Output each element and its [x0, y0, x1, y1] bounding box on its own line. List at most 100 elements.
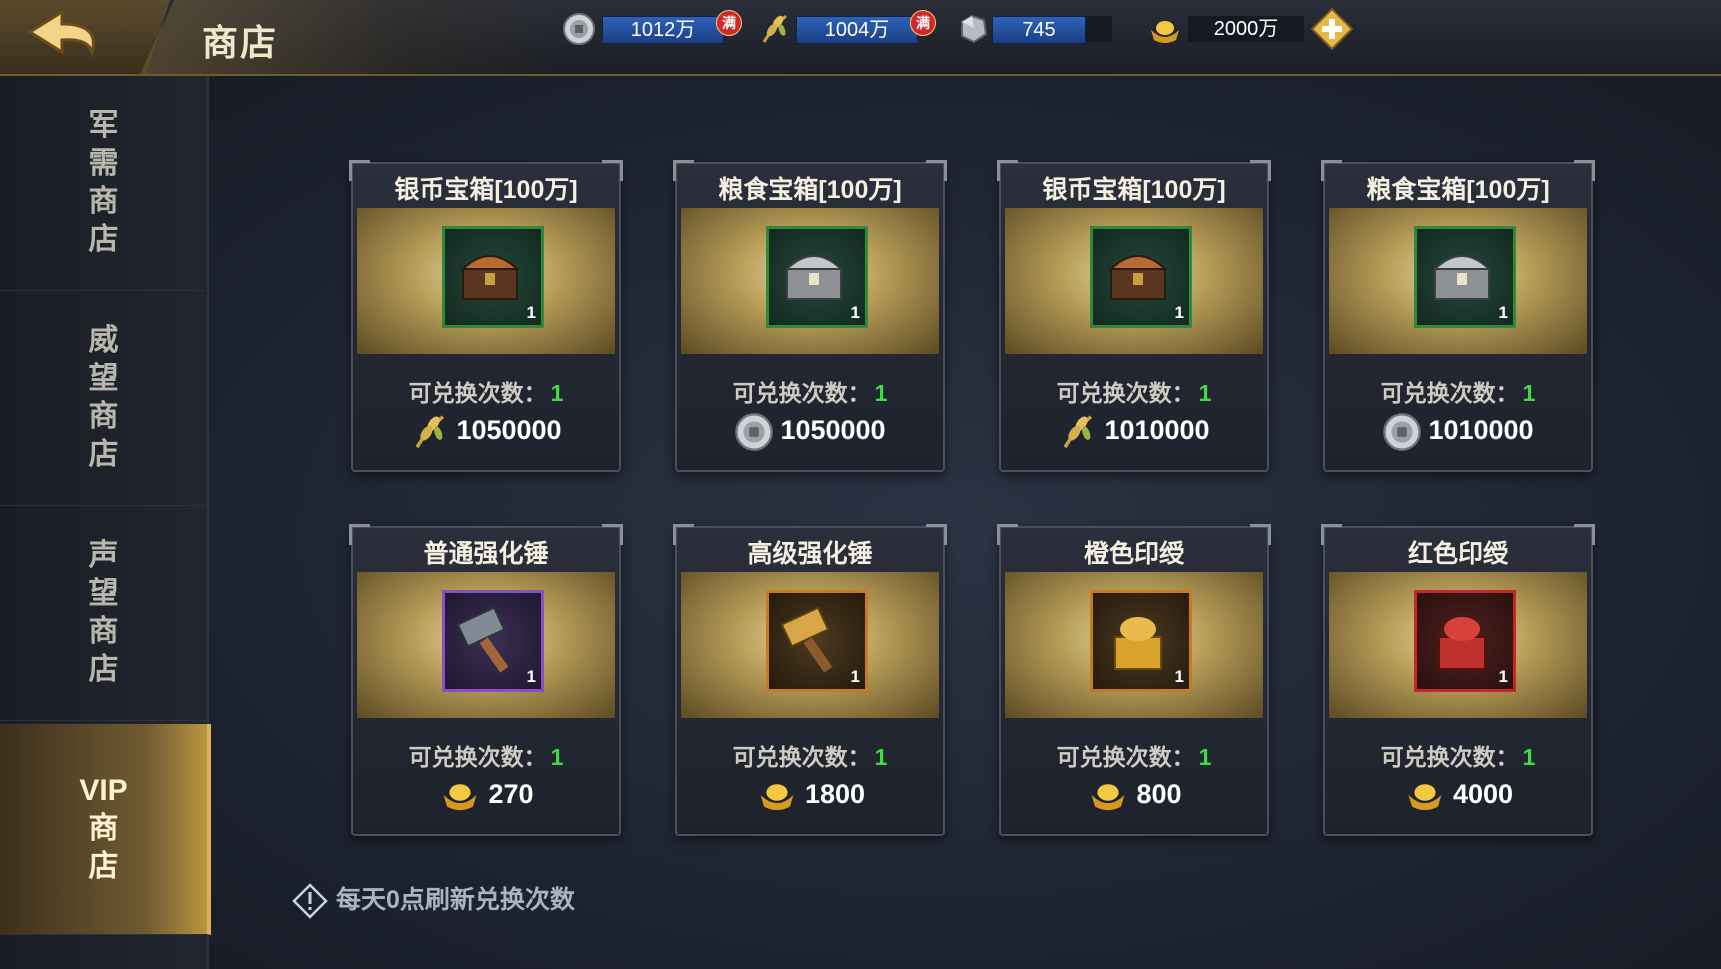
item-name: 红色印绶 [1407, 540, 1508, 568]
exchange-limit-label: 可兑换次数： [1056, 380, 1195, 406]
item-backdrop: 1 [681, 208, 939, 354]
item-backdrop: 1 [1329, 208, 1587, 354]
item-price: 800 [1001, 776, 1267, 816]
item-price-value: 4000 [1452, 779, 1514, 810]
resource-iron: 745 [956, 12, 1116, 44]
treasure-chest-icon [1108, 255, 1168, 300]
item-name: 银币宝箱[100万] [394, 176, 578, 204]
sidebar-item-label: VIP 商 店 [79, 774, 128, 883]
exchange-limit-count: 1 [1522, 380, 1536, 406]
item-name: 橙色印绶 [1083, 540, 1184, 568]
item-price: 4000 [1325, 776, 1591, 816]
sidebar-item-label: 军 需 商 店 [88, 109, 119, 256]
shop-item-card[interactable]: 红色印绶 1 可兑换次数： 1 4000 [1321, 524, 1595, 836]
sidebar-item-reputation-shop[interactable]: 声 望 商 店 [0, 506, 207, 721]
silver-coin-icon [1383, 413, 1422, 451]
gold-ingot-icon [1091, 784, 1125, 811]
silver-coin-icon [735, 413, 774, 451]
exchange-limit: 可兑换次数： 1 [677, 374, 943, 408]
grain-icon [1063, 415, 1093, 449]
item-slot: 1 [442, 226, 544, 328]
exchange-limit-count: 1 [1522, 744, 1536, 770]
item-name: 银币宝箱[100万] [1042, 176, 1226, 204]
top-bar: 商店 1012万 满 1004万 满 745 2000万 [0, 0, 1721, 76]
item-slot: 1 [1414, 590, 1516, 692]
item-quantity: 1 [1498, 667, 1508, 686]
item-price-value: 800 [1136, 779, 1182, 810]
item-price-value: 1050000 [456, 415, 562, 446]
item-name: 粮食宝箱[100万] [718, 176, 902, 204]
gold-ingot-icon [760, 784, 794, 811]
exchange-limit-label: 可兑换次数： [732, 744, 871, 770]
item-backdrop: 1 [357, 208, 615, 354]
sidebar-item-label: 威 望 商 店 [88, 324, 119, 471]
silver-full-badge: 满 [716, 10, 742, 36]
grain-icon [415, 415, 445, 449]
item-price-value: 1800 [804, 779, 866, 810]
item-name: 普通强化锤 [423, 540, 549, 568]
exchange-limit: 可兑换次数： 1 [353, 738, 619, 772]
shop-item-card[interactable]: 高级强化锤 1 可兑换次数： 1 1800 [673, 524, 947, 836]
plus-icon [1310, 7, 1354, 51]
item-price: 1050000 [677, 412, 943, 452]
grain-full-badge: 满 [910, 10, 936, 36]
gold-ingot-icon [1408, 784, 1442, 811]
item-backdrop: 1 [1005, 208, 1263, 354]
item-backdrop: 1 [1005, 572, 1263, 718]
back-arrow-icon [27, 9, 95, 58]
iron-bar-tail [1086, 16, 1112, 42]
resource-gold: 2000万 [1148, 12, 1308, 44]
silver-chest-icon [784, 255, 844, 300]
exchange-limit-label: 可兑换次数： [408, 744, 547, 770]
item-price: 270 [353, 776, 619, 816]
item-backdrop: 1 [1329, 572, 1587, 718]
gold-hammer-icon [780, 606, 833, 673]
exchange-limit: 可兑换次数： 1 [1325, 738, 1591, 772]
item-backdrop: 1 [357, 572, 615, 718]
iron-hammer-icon [456, 606, 509, 673]
exchange-limit: 可兑换次数： 1 [1001, 738, 1267, 772]
add-gold-button[interactable] [1310, 7, 1354, 51]
exchange-limit-count: 1 [874, 380, 888, 406]
item-name: 粮食宝箱[100万] [1366, 176, 1550, 204]
item-price-value: 270 [488, 779, 534, 810]
item-slot: 1 [442, 590, 544, 692]
shop-item-card[interactable]: 粮食宝箱[100万] 1 可兑换次数： 1 1010000 [1321, 160, 1595, 472]
item-price: 1800 [677, 776, 943, 816]
grain-value: 1004万 [796, 16, 918, 44]
refresh-note-text: 每天0点刷新兑换次数 [336, 886, 575, 914]
sidebar-item-vip-shop[interactable]: VIP 商 店 [0, 724, 211, 935]
orange-seal-icon [1114, 617, 1162, 670]
grain-icon [762, 14, 787, 43]
silver-value: 1012万 [602, 16, 724, 44]
exchange-limit-count: 1 [1198, 744, 1212, 770]
exchange-limit-count: 1 [1198, 380, 1212, 406]
shop-item-card[interactable]: 银币宝箱[100万] 1 可兑换次数： 1 1010000 [997, 160, 1271, 472]
shop-sidebar: 军 需 商 店 威 望 商 店 声 望 商 店 VIP 商 店 [0, 76, 211, 969]
shop-item-card[interactable]: 粮食宝箱[100万] 1 可兑换次数： 1 1050000 [673, 160, 947, 472]
item-name: 高级强化锤 [747, 540, 873, 568]
exchange-limit-label: 可兑换次数： [1056, 744, 1195, 770]
exchange-limit: 可兑换次数： 1 [1325, 374, 1591, 408]
sidebar-item-military-shop[interactable]: 军 需 商 店 [0, 76, 207, 291]
silver-chest-icon [1432, 255, 1492, 300]
exchange-limit-label: 可兑换次数： [1380, 744, 1519, 770]
silver-coin-icon [563, 13, 595, 45]
exchange-limit: 可兑换次数： 1 [1001, 374, 1267, 408]
item-quantity: 1 [850, 303, 860, 322]
shop-item-card[interactable]: 银币宝箱[100万] 1 可兑换次数： 1 1050000 [349, 160, 623, 472]
item-quantity: 1 [1174, 303, 1184, 322]
item-quantity: 1 [1498, 303, 1508, 322]
shop-item-card[interactable]: 普通强化锤 1 可兑换次数： 1 270 [349, 524, 623, 836]
gold-ingot-icon [443, 784, 477, 811]
item-price: 1010000 [1325, 412, 1591, 452]
shop-item-card[interactable]: 橙色印绶 1 可兑换次数： 1 800 [997, 524, 1271, 836]
sidebar-item-prestige-shop[interactable]: 威 望 商 店 [0, 291, 207, 506]
back-button[interactable] [22, 6, 112, 66]
item-quantity: 1 [1174, 667, 1184, 686]
sidebar-item-label: 声 望 商 店 [88, 539, 119, 686]
exchange-limit: 可兑换次数： 1 [353, 374, 619, 408]
treasure-chest-icon [460, 255, 520, 300]
item-price: 1010000 [1001, 412, 1267, 452]
item-price-value: 1010000 [1104, 415, 1210, 446]
